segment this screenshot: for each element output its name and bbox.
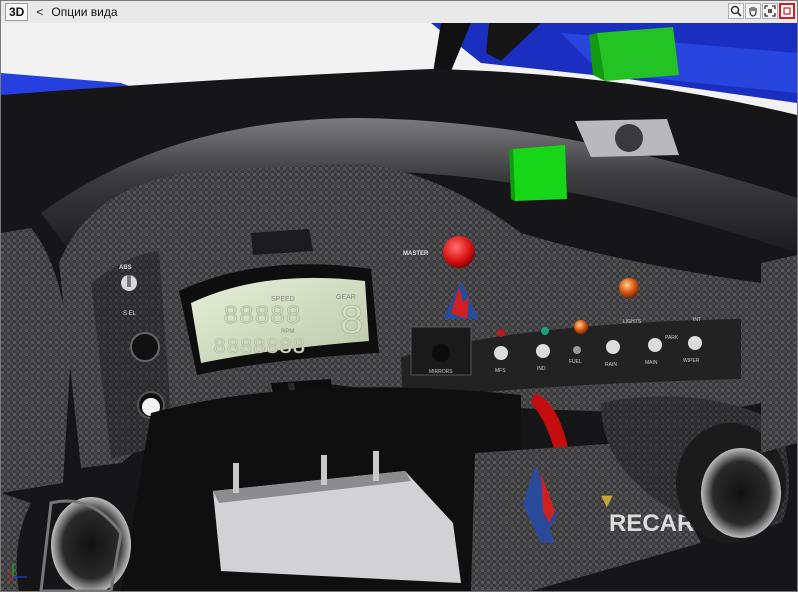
park-label: PARK xyxy=(665,335,679,341)
zoom-icon[interactable] xyxy=(728,3,744,19)
switch-label-rain: RAIN xyxy=(605,362,617,368)
switch-label-mfs: MFS xyxy=(495,368,506,374)
switch-label-wiper: WIPER xyxy=(683,358,700,364)
master-button[interactable] xyxy=(443,236,475,268)
lcd-rpm-digits: 8888888 xyxy=(213,335,305,360)
toggle-mfs[interactable] xyxy=(494,346,508,360)
close-view-icon[interactable] xyxy=(779,3,795,19)
toggle-wiper[interactable] xyxy=(688,336,702,350)
switch-label-fuel: FUEL xyxy=(569,359,582,365)
lights-label: LIGHTS xyxy=(623,319,642,325)
switch-label-main: MAIN xyxy=(645,360,658,366)
fit-view-icon[interactable] xyxy=(762,3,778,19)
abs-label: ABS xyxy=(119,265,132,271)
abs-sel-label: S EL xyxy=(123,311,137,317)
toggle-fuel[interactable] xyxy=(573,346,581,354)
3d-viewport[interactable]: SPEED GEAR 88888 8 RPM 8888888 ABS S EL … xyxy=(1,23,797,591)
view-mode-badge[interactable]: 3D xyxy=(5,3,29,21)
lcd-speed-digits: 88888 xyxy=(223,301,301,331)
toggle-main[interactable] xyxy=(648,338,662,352)
axis-x-label: X xyxy=(7,570,12,577)
view-options-title[interactable]: Опции вида xyxy=(51,5,117,19)
view-window: 3D < Опции вида SPEED GEAR 88888 8 RPM 8… xyxy=(0,0,798,592)
view-tools xyxy=(728,3,795,19)
pan-hand-icon[interactable] xyxy=(745,3,761,19)
toggle-rain[interactable] xyxy=(606,340,620,354)
back-button[interactable]: < xyxy=(36,5,43,19)
brand-mark-small: ▼ xyxy=(597,490,617,512)
view-toolbar: 3D < Опции вида xyxy=(1,1,797,24)
lcd-gear-digit: 8 xyxy=(339,298,364,346)
mirror-label: MIRRORS xyxy=(429,369,453,375)
int-label: INT xyxy=(693,317,701,323)
master-label: MASTER xyxy=(403,251,429,257)
warning-lamp xyxy=(619,278,639,298)
switch-label-ind: IND xyxy=(537,366,546,372)
axes-gizmo: X xyxy=(7,561,29,583)
toggle-ind[interactable] xyxy=(536,344,550,358)
rotary-knob-upper[interactable] xyxy=(130,332,160,362)
